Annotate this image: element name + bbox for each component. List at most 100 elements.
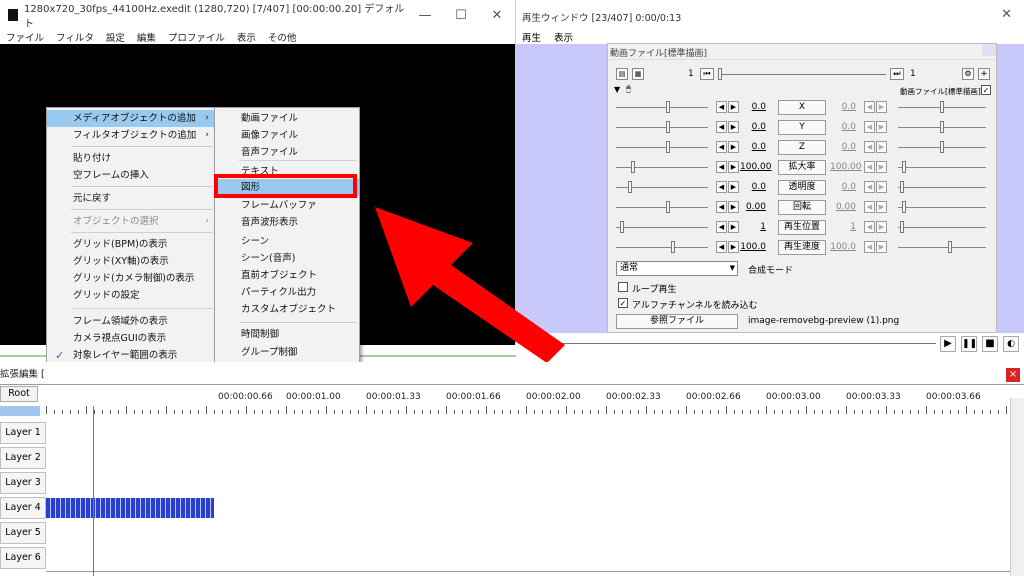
param-value-right[interactable]: 0.00 <box>830 202 856 212</box>
param-slider-track-right[interactable] <box>898 207 986 208</box>
param-slider-track[interactable] <box>616 247 708 248</box>
submenu-item[interactable]: 直前オブジェクト <box>215 267 359 284</box>
decrement-button-right[interactable]: ◀ <box>864 181 875 193</box>
add-icon[interactable]: + <box>978 68 990 80</box>
increment-button-right[interactable]: ▶ <box>876 121 887 133</box>
submenu-item[interactable]: シーン <box>215 233 359 250</box>
context-menu-item[interactable]: メディアオブジェクトの追加 › <box>47 110 215 127</box>
param-slider-track-right[interactable] <box>898 247 986 248</box>
context-menu-item[interactable]: フレーム領域外の表示 <box>47 313 215 330</box>
pause-button[interactable]: ❚❚ <box>961 336 977 352</box>
increment-button-right[interactable]: ▶ <box>876 221 887 233</box>
context-menu-item[interactable]: グリッド(カメラ制御)の表示 <box>47 270 215 287</box>
layer-button[interactable]: Layer 5 <box>0 522 46 544</box>
param-slider-knob-right[interactable] <box>902 201 906 213</box>
param-slider-knob[interactable] <box>666 201 670 213</box>
collapse-icon[interactable]: ▼ <box>614 85 620 94</box>
time-ruler[interactable]: 00:00:00.66 00:00:01.00 00:00:01.33 00:00:0… <box>46 392 1010 418</box>
submenu-item[interactable]: 画像ファイル <box>215 127 359 144</box>
decrement-button-right[interactable]: ◀ <box>864 201 875 213</box>
param-slider-knob-right[interactable] <box>940 121 944 133</box>
decrement-button[interactable]: ◀ <box>716 221 727 233</box>
maximize-button[interactable]: ☐ <box>443 8 479 23</box>
menu-profile[interactable]: プロファイル <box>162 30 231 44</box>
param-slider-knob-right[interactable] <box>948 241 952 253</box>
param-slider-track[interactable] <box>616 207 708 208</box>
param-slider-knob-right[interactable] <box>902 161 906 173</box>
decrement-button[interactable]: ◀ <box>716 101 727 113</box>
param-value-left[interactable]: 0.0 <box>740 182 766 192</box>
decrement-button[interactable]: ◀ <box>716 161 727 173</box>
layer-button[interactable]: Layer 4 <box>0 497 46 519</box>
decrement-button[interactable]: ◀ <box>716 181 727 193</box>
layer-button[interactable]: Layer 1 <box>0 422 46 444</box>
param-label-button[interactable]: X <box>778 100 826 115</box>
playhead-line[interactable] <box>93 406 94 576</box>
context-menu-item[interactable]: 元に戻す <box>47 190 215 207</box>
param-slider-knob[interactable] <box>671 241 675 253</box>
param-label-button[interactable]: 再生速度 <box>778 240 826 255</box>
decrement-button-right[interactable]: ◀ <box>864 221 875 233</box>
context-menu-item[interactable]: グリッドの設定 <box>47 287 215 304</box>
alpha-checkbox[interactable]: ✓ <box>618 298 628 308</box>
decrement-button[interactable]: ◀ <box>716 141 727 153</box>
param-slider-track[interactable] <box>616 127 708 128</box>
increment-button[interactable]: ▶ <box>728 221 739 233</box>
param-value-right[interactable]: 100.00 <box>830 162 862 172</box>
frame-knob[interactable] <box>718 68 722 80</box>
param-label-button[interactable]: 透明度 <box>778 180 826 195</box>
section-checkbox[interactable]: ✓ <box>981 85 991 95</box>
context-menu-item[interactable]: カメラ視点GUIの表示 <box>47 330 215 347</box>
menu-view[interactable]: 表示 <box>231 30 262 44</box>
submenu-item[interactable]: パーティクル出力 <box>215 284 359 301</box>
layer-button[interactable]: Layer 2 <box>0 447 46 469</box>
decrement-button[interactable]: ◀ <box>716 241 727 253</box>
submenu-item[interactable]: シーン(音声) <box>215 250 359 267</box>
param-slider-track[interactable] <box>616 107 708 108</box>
param-label-button[interactable]: 回転 <box>778 200 826 215</box>
menu-other[interactable]: その他 <box>262 30 303 44</box>
param-value-right[interactable]: 0.0 <box>830 182 856 192</box>
increment-button[interactable]: ▶ <box>728 101 739 113</box>
param-slider-knob-right[interactable] <box>940 101 944 113</box>
param-slider-knob[interactable] <box>666 121 670 133</box>
param-slider-knob[interactable] <box>666 141 670 153</box>
decrement-button-right[interactable]: ◀ <box>864 241 875 253</box>
context-menu-item[interactable]: 空フレームの挿入 <box>47 167 215 184</box>
submenu-item[interactable]: 音声ファイル <box>215 144 359 161</box>
prop-icon-1[interactable]: ▤ <box>616 68 628 80</box>
param-slider-knob[interactable] <box>666 101 670 113</box>
param-slider-track-right[interactable] <box>898 227 986 228</box>
increment-button-right[interactable]: ▶ <box>876 141 887 153</box>
param-slider-track[interactable] <box>616 167 708 168</box>
param-value-left[interactable]: 100.00 <box>740 162 772 172</box>
prop-icon-2[interactable]: ▦ <box>632 68 644 80</box>
param-slider-knob[interactable] <box>631 161 635 173</box>
menu-settings[interactable]: 設定 <box>100 30 131 44</box>
param-slider-knob-right[interactable] <box>940 141 944 153</box>
increment-button[interactable]: ▶ <box>728 181 739 193</box>
decrement-button[interactable]: ◀ <box>716 121 727 133</box>
decrement-button[interactable]: ◀ <box>716 201 727 213</box>
volume-button[interactable]: ◐ <box>1003 336 1019 352</box>
play-menu-play[interactable]: 再生 <box>522 33 541 44</box>
param-value-left[interactable]: 1 <box>740 222 766 232</box>
param-slider-track-right[interactable] <box>898 167 986 168</box>
param-value-left[interactable]: 0.0 <box>740 142 766 152</box>
prop-close-button[interactable] <box>982 44 996 56</box>
decrement-button-right[interactable]: ◀ <box>864 161 875 173</box>
increment-button[interactable]: ▶ <box>728 161 739 173</box>
param-slider-knob-right[interactable] <box>900 181 904 193</box>
stop-button[interactable]: ■ <box>982 336 998 352</box>
param-slider-track-right[interactable] <box>898 187 986 188</box>
increment-button[interactable]: ▶ <box>728 201 739 213</box>
increment-button[interactable]: ▶ <box>728 121 739 133</box>
timeline-close-button[interactable]: × <box>1006 368 1020 382</box>
context-menu-item[interactable]: フィルタオブジェクトの追加 › <box>47 127 215 144</box>
layer-row[interactable] <box>46 446 1010 472</box>
prev-frame-button[interactable]: ⏮ <box>700 68 714 80</box>
param-value-right[interactable]: 100.0 <box>830 242 856 252</box>
seek-track[interactable] <box>546 343 936 344</box>
close-button[interactable]: ✕ <box>479 8 515 23</box>
increment-button[interactable]: ▶ <box>728 141 739 153</box>
